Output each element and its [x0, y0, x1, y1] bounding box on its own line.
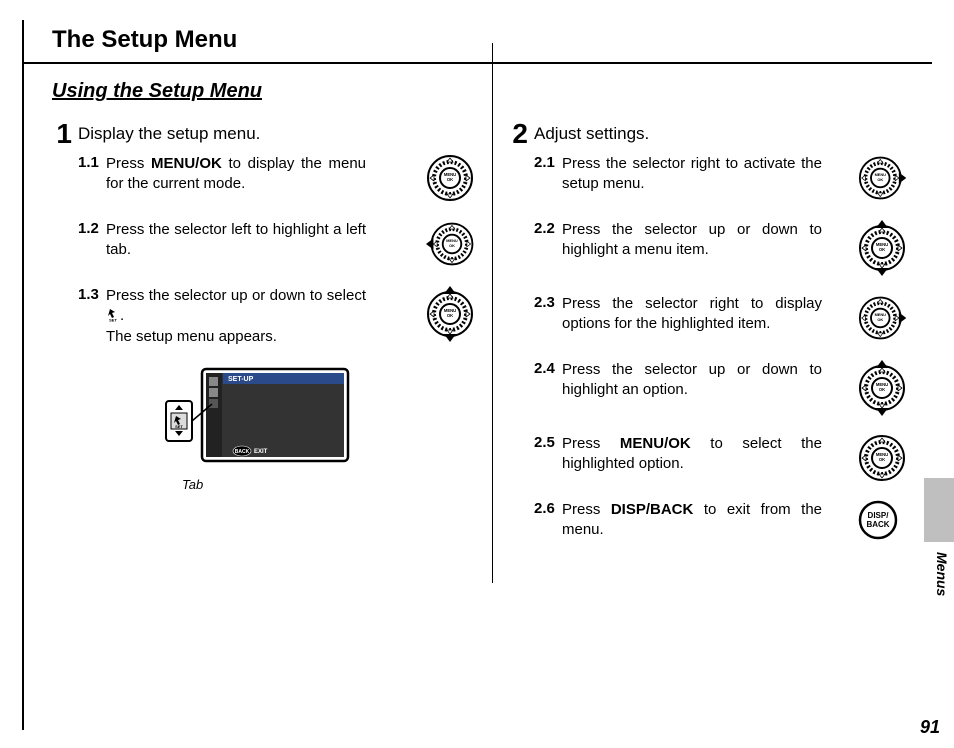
selector-dial-right-icon: [858, 294, 906, 342]
svg-text:EXIT: EXIT: [254, 449, 268, 455]
svg-text:SET: SET: [109, 318, 117, 323]
selector-dial-icon: [426, 154, 474, 202]
substep-number: 2.5: [534, 434, 562, 451]
disp-back-button-icon: DISP/ BACK: [858, 500, 906, 540]
substep-number: 1.2: [78, 220, 106, 237]
selector-dial-left-icon: [426, 220, 474, 268]
substep-text: Press the selector up or down to highlig…: [562, 360, 822, 401]
substep-number: 2.2: [534, 220, 562, 237]
substep-text: Press MENU/OK to display the menu for th…: [106, 154, 366, 195]
selector-dial-updown-icon: [858, 220, 906, 276]
svg-text:BACK: BACK: [866, 520, 889, 529]
svg-text:DISP/: DISP/: [868, 511, 890, 520]
svg-text:BACK: BACK: [235, 449, 250, 455]
page-frame: The Setup Menu Using the Setup Menu 1 Di…: [22, 20, 932, 730]
step-heading-2: Adjust settings.: [534, 120, 649, 144]
selector-dial-updown-icon: [858, 360, 906, 416]
selector-dial-updown-icon: [426, 286, 474, 342]
tab-caption: Tab: [182, 477, 474, 492]
step-number-1: 1: [42, 120, 72, 148]
substep-text: Press the selector right to dis­play opt…: [562, 294, 822, 335]
svg-text:SET: SET: [175, 424, 183, 429]
substep-text: Press the selector up or down to select …: [106, 286, 366, 347]
section-heading: Using the Setup Menu: [24, 60, 932, 111]
setup-menu-screenshot: SET-UP BACK EXIT SET: [162, 365, 352, 475]
left-column: 1 Display the setup menu. 1.1 Press MENU…: [42, 120, 474, 559]
substep-number: 2.1: [534, 154, 562, 171]
substep-text: Press MENU/OK to select the highlighted …: [562, 434, 822, 475]
substep-text: Press the selector up or down to highlig…: [562, 220, 822, 261]
substep-number: 2.6: [534, 500, 562, 517]
substep-number: 2.4: [534, 360, 562, 377]
substep-text: Press the selector right to acti­vate th…: [562, 154, 822, 195]
right-column: 2 Adjust settings. 2.1 Press the selecto…: [474, 120, 906, 559]
selector-dial-right-icon: [858, 154, 906, 202]
page-title: The Setup Menu: [24, 20, 932, 60]
step-heading-1: Display the setup menu.: [78, 120, 260, 144]
svg-text:SET-UP: SET-UP: [228, 376, 254, 383]
substep-text: Press DISP/BACK to exit from the menu.: [562, 500, 822, 541]
substep-number: 2.3: [534, 294, 562, 311]
section-side-label: Menus: [934, 552, 950, 596]
substep-text: Press the selector left to high­light a …: [106, 220, 366, 261]
substep-number: 1.1: [78, 154, 106, 171]
step-number-2: 2: [498, 120, 528, 148]
substep-number: 1.3: [78, 286, 106, 303]
side-thumb-tab: [924, 478, 954, 542]
selector-dial-icon: [858, 434, 906, 482]
page-number: 91: [920, 717, 940, 738]
